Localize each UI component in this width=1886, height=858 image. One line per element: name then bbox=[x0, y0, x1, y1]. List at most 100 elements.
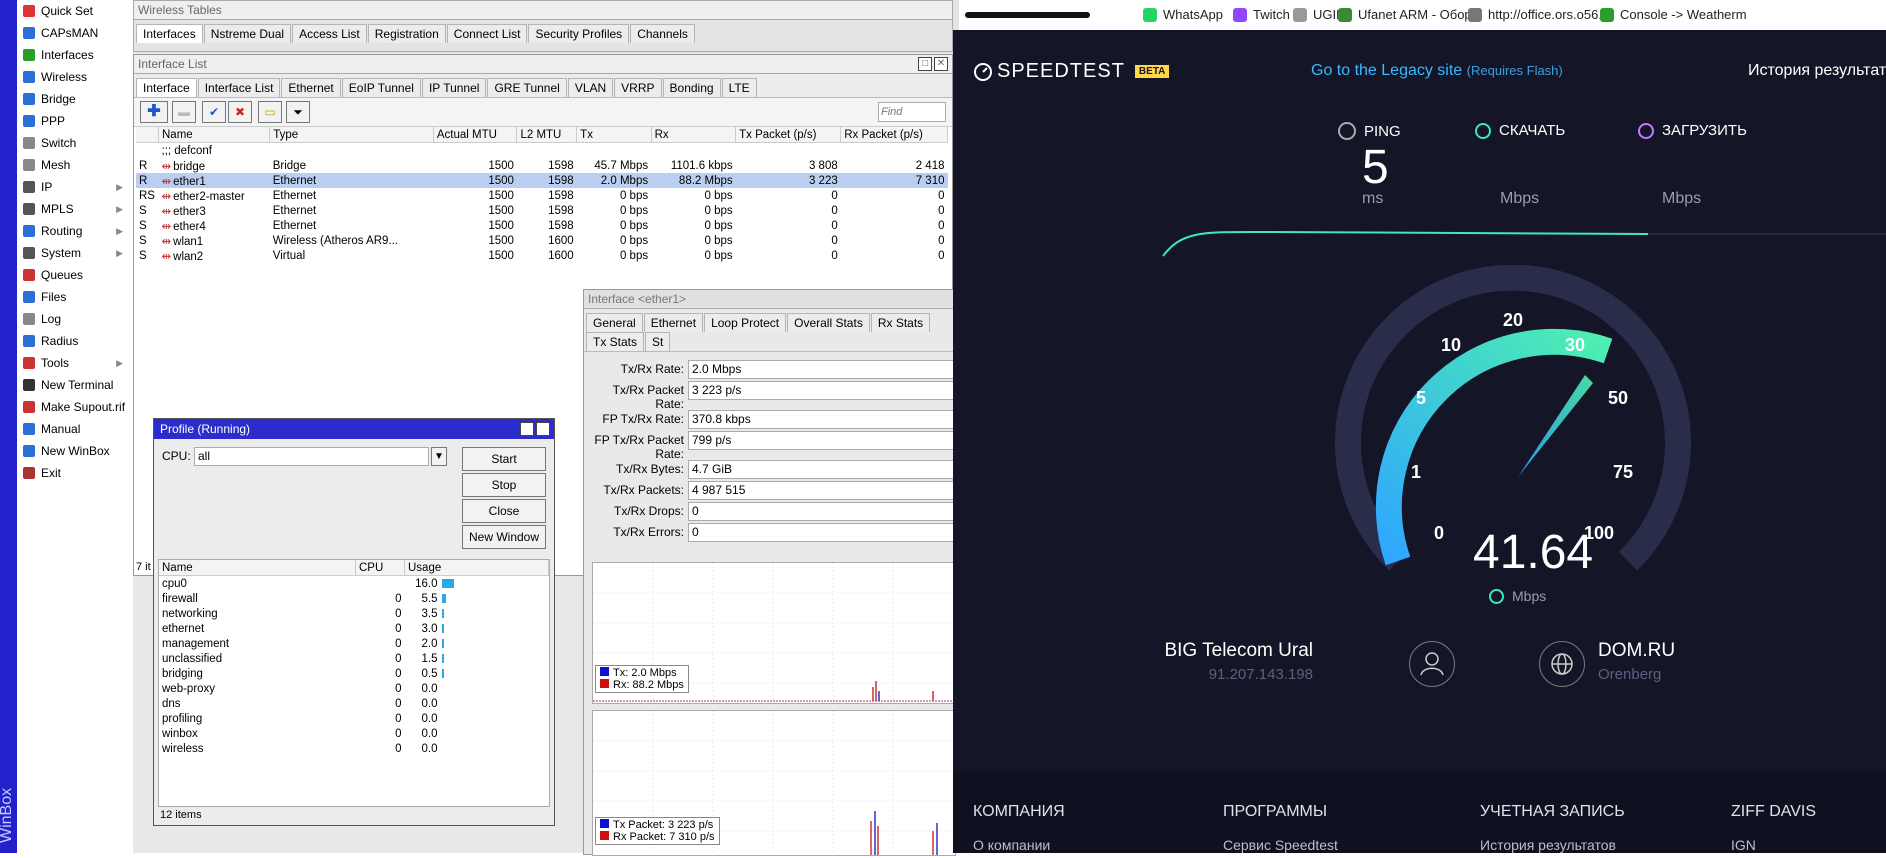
menu-item-wireless[interactable]: Wireless bbox=[17, 66, 133, 88]
tab-interface-list[interactable]: Interface List bbox=[197, 78, 281, 97]
menu-item-new-terminal[interactable]: New Terminal bbox=[17, 374, 133, 396]
find-input[interactable] bbox=[878, 102, 946, 122]
table-row[interactable]: dns 0 0.0 bbox=[159, 696, 549, 711]
comment-icon[interactable]: ▭ bbox=[258, 101, 282, 123]
tab-overall-stats[interactable]: Overall Stats bbox=[787, 313, 870, 332]
menu-item-tools[interactable]: Tools ▶ bbox=[17, 352, 133, 374]
chevron-down-icon[interactable]: ▼ bbox=[431, 447, 447, 466]
enable-icon[interactable]: ✔ bbox=[202, 101, 226, 123]
menu-item-bridge[interactable]: Bridge bbox=[17, 88, 133, 110]
menu-item-make-supout-rif[interactable]: Make Supout.rif bbox=[17, 396, 133, 418]
table-row[interactable]: firewall 0 5.5 bbox=[159, 591, 549, 606]
speedtest-logo[interactable]: SPEEDTEST BETA bbox=[973, 60, 1170, 83]
tab-security-profiles[interactable]: Security Profiles bbox=[528, 24, 630, 43]
menu-item-switch[interactable]: Switch bbox=[17, 132, 133, 154]
menu-item-files[interactable]: Files bbox=[17, 286, 133, 308]
tab-ip-tunnel[interactable]: IP Tunnel bbox=[421, 78, 487, 97]
bookmark-0[interactable]: WhatsApp bbox=[1143, 7, 1223, 22]
tab-vrrp[interactable]: VRRP bbox=[614, 78, 662, 97]
maximize-icon[interactable]: □ bbox=[520, 422, 534, 436]
history-link[interactable]: История результато bbox=[1748, 62, 1886, 80]
column-header[interactable]: Usage bbox=[404, 560, 549, 576]
tab-connect-list[interactable]: Connect List bbox=[446, 24, 528, 43]
table-row[interactable]: web-proxy 0 0.0 bbox=[159, 681, 549, 696]
column-header[interactable]: Name bbox=[159, 560, 356, 576]
column-header[interactable]: Tx Packet (p/s) bbox=[735, 127, 842, 143]
new-window-button[interactable]: New Window bbox=[462, 525, 546, 549]
bookmark-4[interactable]: http://office.ors.o56.r bbox=[1468, 7, 1606, 22]
bookmark-5[interactable]: Console -> Weatherm bbox=[1600, 7, 1747, 22]
footer-link[interactable]: Сервис Speedtest bbox=[1223, 837, 1338, 853]
menu-item-mesh[interactable]: Mesh bbox=[17, 154, 133, 176]
table-row[interactable]: wireless 0 0.0 bbox=[159, 741, 549, 756]
tab-rx-stats[interactable]: Rx Stats bbox=[870, 313, 931, 332]
menu-item-radius[interactable]: Radius bbox=[17, 330, 133, 352]
bookmark-3[interactable]: Ufanet ARM - Обору bbox=[1338, 7, 1478, 22]
table-row[interactable]: management 0 2.0 bbox=[159, 636, 549, 651]
legacy-site-link[interactable]: Go to the Legacy site (Requires Flash) bbox=[1311, 62, 1563, 80]
menu-item-capsman[interactable]: CAPsMAN bbox=[17, 22, 133, 44]
column-header[interactable]: Rx bbox=[651, 127, 737, 143]
tab-interfaces[interactable]: Interfaces bbox=[136, 24, 203, 43]
table-row[interactable]: winbox 0 0.0 bbox=[159, 726, 549, 741]
menu-item-log[interactable]: Log bbox=[17, 308, 133, 330]
menu-item-queues[interactable]: Queues bbox=[17, 264, 133, 286]
column-header[interactable]: Name bbox=[158, 127, 271, 143]
table-row[interactable]: S ⇹ wlan2 Virtual 1500 1600 0 bps 0 bps 0 0 bbox=[136, 248, 948, 263]
menu-item-new-winbox[interactable]: New WinBox bbox=[17, 440, 133, 462]
table-row[interactable]: profiling 0 0.0 bbox=[159, 711, 549, 726]
tab-ethernet[interactable]: Ethernet bbox=[643, 313, 704, 332]
tab-access-list[interactable]: Access List bbox=[292, 24, 367, 43]
tab-channels[interactable]: Channels bbox=[630, 24, 695, 43]
column-header[interactable]: Type bbox=[269, 127, 434, 143]
menu-item-exit[interactable]: Exit bbox=[17, 462, 133, 484]
menu-item-quick-set[interactable]: Quick Set bbox=[17, 0, 133, 22]
globe-icon[interactable] bbox=[1539, 641, 1585, 687]
footer-link[interactable]: IGN bbox=[1731, 837, 1756, 853]
menu-item-mpls[interactable]: MPLS ▶ bbox=[17, 198, 133, 220]
tab-vlan[interactable]: VLAN bbox=[567, 78, 614, 97]
tab-general[interactable]: General bbox=[586, 313, 643, 332]
tab-eoip-tunnel[interactable]: EoIP Tunnel bbox=[341, 78, 421, 97]
user-icon[interactable] bbox=[1409, 641, 1455, 687]
filter-icon[interactable]: ⏷ bbox=[286, 101, 310, 123]
footer-link[interactable]: О компании bbox=[973, 837, 1050, 853]
add-icon[interactable]: ✚ bbox=[140, 101, 168, 123]
column-header[interactable]: Rx Packet (p/s) bbox=[840, 127, 948, 143]
start-button[interactable]: Start bbox=[462, 447, 546, 471]
footer-link[interactable]: История результатов bbox=[1480, 837, 1616, 853]
server-info[interactable]: DOM.RU Orenberg bbox=[1598, 640, 1675, 683]
table-row[interactable]: RS ⇹ ether2-master Ethernet 1500 1598 0 bps 0 b… bbox=[136, 188, 948, 203]
column-header[interactable]: CPU bbox=[355, 560, 405, 576]
tab-st[interactable]: St bbox=[645, 332, 671, 351]
tab-registration[interactable]: Registration bbox=[367, 24, 446, 43]
stop-button[interactable]: Stop bbox=[462, 473, 546, 497]
menu-item-ip[interactable]: IP ▶ bbox=[17, 176, 133, 198]
table-row[interactable]: R ⇹ bridge Bridge 1500 1598 45.7 Mbps 1101.6 kb… bbox=[136, 158, 948, 173]
tab-interface[interactable]: Interface bbox=[136, 78, 197, 97]
menu-item-interfaces[interactable]: Interfaces bbox=[17, 44, 133, 66]
tab-lte[interactable]: LTE bbox=[721, 78, 757, 97]
column-header[interactable]: L2 MTU bbox=[516, 127, 578, 143]
tab-ethernet[interactable]: Ethernet bbox=[281, 78, 341, 97]
remove-icon[interactable]: ▬ bbox=[172, 101, 196, 123]
menu-item-ppp[interactable]: PPP bbox=[17, 110, 133, 132]
bookmark-1[interactable]: Twitch bbox=[1233, 7, 1290, 22]
close-button[interactable]: Close bbox=[462, 499, 546, 523]
table-row[interactable]: bridging 0 0.5 bbox=[159, 666, 549, 681]
table-row[interactable]: S ⇹ wlan1 Wireless (Atheros AR9... 1500 1600 0… bbox=[136, 233, 948, 248]
cpu-select[interactable]: all bbox=[194, 447, 429, 466]
menu-item-routing[interactable]: Routing ▶ bbox=[17, 220, 133, 242]
table-row[interactable]: R ⇹ ether1 Ethernet 1500 1598 2.0 Mbps 88.2 Mbp… bbox=[136, 173, 948, 188]
table-row[interactable]: S ⇹ ether3 Ethernet 1500 1598 0 bps 0 bps 0 0 bbox=[136, 203, 948, 218]
table-row[interactable]: S ⇹ ether4 Ethernet 1500 1598 0 bps 0 bps 0 0 bbox=[136, 218, 948, 233]
tab-tx-stats[interactable]: Tx Stats bbox=[586, 332, 645, 351]
disable-icon[interactable]: ✖ bbox=[228, 101, 252, 123]
table-row[interactable]: cpu0 16.0 bbox=[159, 576, 549, 592]
table-row[interactable]: unclassified 0 1.5 bbox=[159, 651, 549, 666]
tab-gre-tunnel[interactable]: GRE Tunnel bbox=[487, 78, 567, 97]
column-header[interactable]: Tx bbox=[576, 127, 652, 143]
tab-loop-protect[interactable]: Loop Protect bbox=[704, 313, 787, 332]
close-icon[interactable]: ✕ bbox=[536, 422, 550, 436]
table-row[interactable]: ethernet 0 3.0 bbox=[159, 621, 549, 636]
